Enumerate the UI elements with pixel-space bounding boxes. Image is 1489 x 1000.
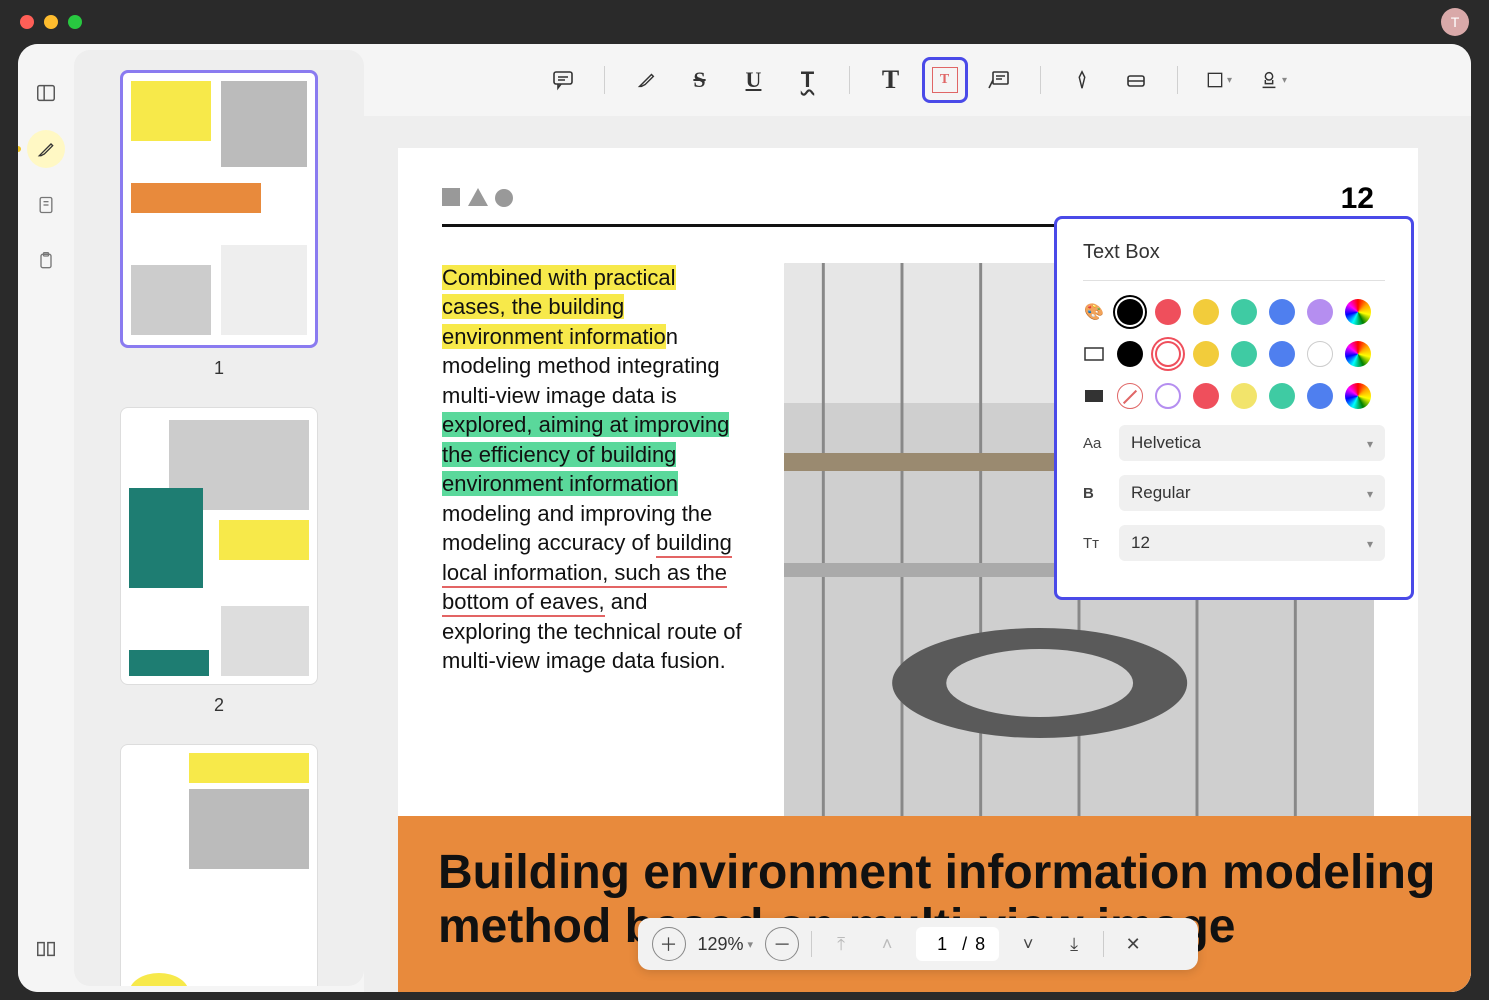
border-color-row bbox=[1083, 341, 1385, 367]
minimize-window-button[interactable] bbox=[44, 15, 58, 29]
color-swatch[interactable] bbox=[1345, 383, 1371, 409]
stamp-tool[interactable]: ▾ bbox=[1250, 57, 1296, 103]
font-weight-icon: B bbox=[1083, 485, 1105, 502]
close-controls-button[interactable]: ✕ bbox=[1116, 927, 1150, 961]
font-weight-select[interactable]: Regular bbox=[1119, 475, 1385, 511]
annotation-toolbar: S U T T T ▾ ▾ bbox=[364, 44, 1471, 116]
color-swatch[interactable] bbox=[1193, 341, 1219, 367]
underline-tool[interactable]: U bbox=[731, 57, 777, 103]
comment-tool[interactable] bbox=[540, 57, 586, 103]
current-page-input[interactable] bbox=[930, 934, 954, 955]
panels-toggle-button[interactable] bbox=[27, 74, 65, 112]
fullscreen-window-button[interactable] bbox=[68, 15, 82, 29]
toolbar-divider bbox=[604, 66, 605, 94]
document-canvas[interactable]: 12 Combined with practical cases, the bu… bbox=[364, 116, 1471, 992]
toolbar-divider bbox=[1177, 66, 1178, 94]
tool-rail bbox=[18, 44, 74, 992]
textbox-properties-panel: Text Box 🎨 Aa Helvetica bbox=[1054, 216, 1414, 600]
toolbar-divider bbox=[1040, 66, 1041, 94]
callout-tool[interactable] bbox=[976, 57, 1022, 103]
squiggly-tool[interactable]: T bbox=[785, 57, 831, 103]
zoom-out-button[interactable]: － bbox=[765, 927, 799, 961]
font-size-select[interactable]: 12 bbox=[1119, 525, 1385, 561]
toolbar-divider bbox=[849, 66, 850, 94]
font-family-icon: Aa bbox=[1083, 435, 1105, 452]
view-controls-bar: ＋ 129%▾ － ⤒ ˄ / 8 ˅ ⤓ ✕ bbox=[638, 918, 1198, 970]
text-color-row: 🎨 bbox=[1083, 299, 1385, 325]
active-indicator bbox=[18, 146, 21, 152]
color-swatch[interactable] bbox=[1269, 383, 1295, 409]
text-tool[interactable]: T bbox=[868, 57, 914, 103]
traffic-lights bbox=[20, 15, 82, 29]
color-swatch[interactable] bbox=[1117, 299, 1143, 325]
close-window-button[interactable] bbox=[20, 15, 34, 29]
window-titlebar: T bbox=[0, 0, 1489, 44]
page-thumbnail-1-label: 1 bbox=[120, 358, 318, 379]
color-swatch[interactable] bbox=[1345, 341, 1371, 367]
font-family-select[interactable]: Helvetica bbox=[1119, 425, 1385, 461]
zoom-in-button[interactable]: ＋ bbox=[652, 927, 686, 961]
highlight-mode-button[interactable] bbox=[27, 130, 65, 168]
color-swatch[interactable] bbox=[1117, 341, 1143, 367]
next-page-button[interactable]: ˅ bbox=[1011, 927, 1045, 961]
page-number: 12 bbox=[1341, 182, 1374, 216]
color-swatch[interactable] bbox=[1345, 299, 1371, 325]
color-swatch[interactable] bbox=[1269, 299, 1295, 325]
color-swatch[interactable] bbox=[1307, 341, 1333, 367]
palette-icon: 🎨 bbox=[1083, 303, 1105, 321]
page-thumbnail-2[interactable]: 2 bbox=[120, 407, 318, 716]
highlighter-tool[interactable] bbox=[623, 57, 669, 103]
last-page-button[interactable]: ⤓ bbox=[1057, 927, 1091, 961]
first-page-button[interactable]: ⤒ bbox=[824, 927, 858, 961]
color-swatch[interactable] bbox=[1307, 383, 1333, 409]
color-swatch[interactable] bbox=[1231, 299, 1257, 325]
color-swatch[interactable] bbox=[1193, 383, 1219, 409]
reader-view-button[interactable] bbox=[27, 930, 65, 968]
shapes-tool[interactable]: ▾ bbox=[1196, 57, 1242, 103]
user-avatar[interactable]: T bbox=[1441, 8, 1469, 36]
page-thumbnails-panel: 1 2 3 bbox=[74, 50, 364, 986]
fill-color-row bbox=[1083, 383, 1385, 409]
prev-page-button[interactable]: ˄ bbox=[870, 927, 904, 961]
strikethrough-tool[interactable]: S bbox=[677, 57, 723, 103]
font-size-icon: Tᴛ bbox=[1083, 535, 1105, 552]
color-swatch[interactable] bbox=[1117, 383, 1143, 409]
color-swatch[interactable] bbox=[1231, 341, 1257, 367]
color-swatch[interactable] bbox=[1193, 299, 1219, 325]
clipboard-mode-button[interactable] bbox=[27, 242, 65, 280]
color-swatch[interactable] bbox=[1231, 383, 1257, 409]
page-decor-shapes bbox=[442, 188, 1374, 208]
page-indicator[interactable]: / 8 bbox=[916, 927, 999, 961]
notes-mode-button[interactable] bbox=[27, 186, 65, 224]
textbox-tool[interactable]: T bbox=[922, 57, 968, 103]
color-swatch[interactable] bbox=[1155, 299, 1181, 325]
eraser-tool[interactable] bbox=[1113, 57, 1159, 103]
panel-title: Text Box bbox=[1083, 241, 1385, 264]
border-icon bbox=[1083, 345, 1105, 363]
color-swatch[interactable] bbox=[1155, 383, 1181, 409]
color-swatch[interactable] bbox=[1307, 299, 1333, 325]
fill-icon bbox=[1083, 387, 1105, 405]
page-thumbnail-3[interactable]: 3 bbox=[120, 744, 318, 986]
page-thumbnail-2-label: 2 bbox=[120, 695, 318, 716]
pen-tool[interactable] bbox=[1059, 57, 1105, 103]
zoom-level-dropdown[interactable]: 129%▾ bbox=[698, 934, 754, 955]
color-swatch[interactable] bbox=[1155, 341, 1181, 367]
page-thumbnail-1[interactable]: 1 bbox=[120, 70, 318, 379]
page-body-text: Combined with practical cases, the build… bbox=[442, 263, 742, 823]
color-swatch[interactable] bbox=[1269, 341, 1295, 367]
total-pages: 8 bbox=[975, 934, 985, 955]
